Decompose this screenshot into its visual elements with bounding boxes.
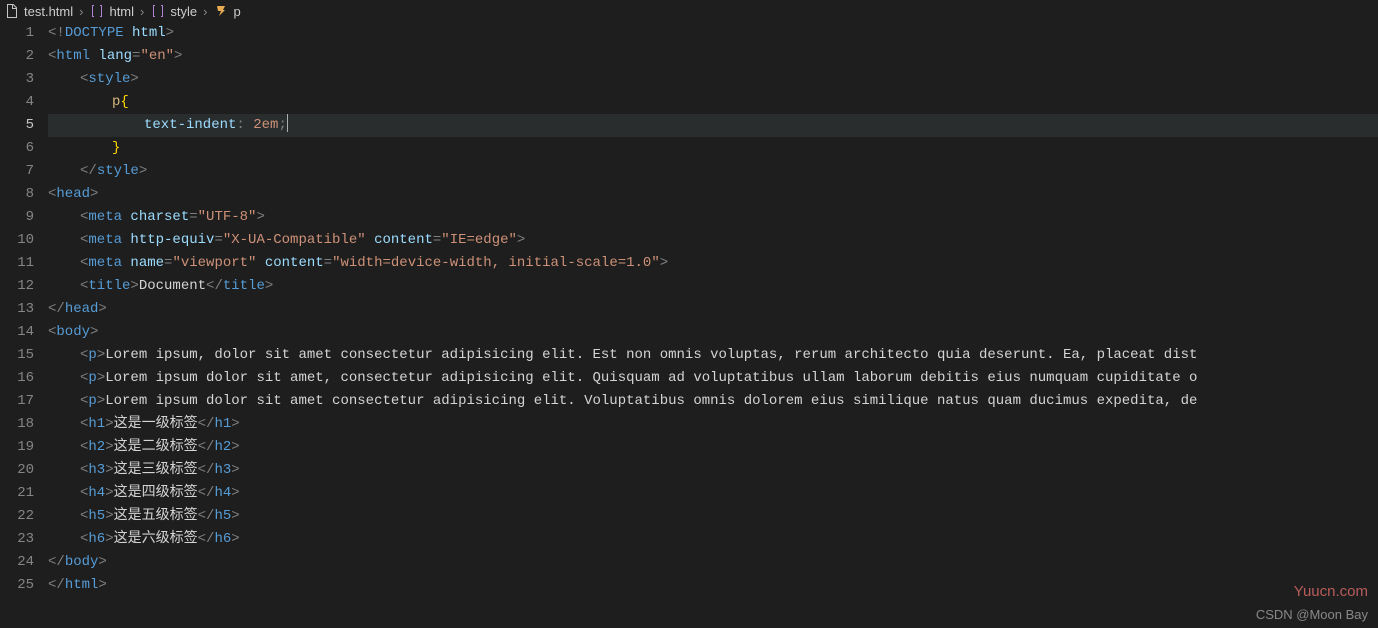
line-number: 2 — [0, 45, 34, 68]
code-line[interactable]: </body> — [48, 551, 1378, 574]
code-line[interactable]: <style> — [48, 68, 1378, 91]
line-number: 22 — [0, 505, 34, 528]
line-number: 21 — [0, 482, 34, 505]
code-line[interactable]: <p>Lorem ipsum dolor sit amet consectetu… — [48, 390, 1378, 413]
code-line[interactable]: <p>Lorem ipsum, dolor sit amet consectet… — [48, 344, 1378, 367]
symbol-icon — [213, 3, 229, 19]
code-line[interactable]: <!DOCTYPE html> — [48, 22, 1378, 45]
line-number: 8 — [0, 183, 34, 206]
chevron-right-icon: › — [79, 4, 83, 19]
line-number: 13 — [0, 298, 34, 321]
code-line[interactable]: <h5>这是五级标签</h5> — [48, 505, 1378, 528]
code-line[interactable]: <meta http-equiv="X-UA-Compatible" conte… — [48, 229, 1378, 252]
code-line[interactable]: p{ — [48, 91, 1378, 114]
breadcrumb-item[interactable]: test.html — [4, 3, 73, 19]
code-line[interactable]: <meta name="viewport" content="width=dev… — [48, 252, 1378, 275]
breadcrumb[interactable]: test.html › html › style › p — [0, 0, 1378, 22]
code-line[interactable]: </html> — [48, 574, 1378, 597]
code-area[interactable]: <!DOCTYPE html><html lang="en"><style>p{… — [48, 22, 1378, 628]
code-editor[interactable]: 1234567891011121314151617181920212223242… — [0, 22, 1378, 628]
line-number: 3 — [0, 68, 34, 91]
brackets-icon — [89, 3, 105, 19]
code-line[interactable]: <h1>这是一级标签</h1> — [48, 413, 1378, 436]
file-icon — [4, 3, 20, 19]
code-line[interactable]: </style> — [48, 160, 1378, 183]
breadcrumb-label: p — [233, 4, 240, 19]
code-line[interactable]: <body> — [48, 321, 1378, 344]
line-number: 14 — [0, 321, 34, 344]
chevron-right-icon: › — [140, 4, 144, 19]
code-line[interactable]: </head> — [48, 298, 1378, 321]
code-line[interactable]: <meta charset="UTF-8"> — [48, 206, 1378, 229]
line-number: 9 — [0, 206, 34, 229]
code-line[interactable]: <html lang="en"> — [48, 45, 1378, 68]
line-number: 6 — [0, 137, 34, 160]
line-number: 17 — [0, 390, 34, 413]
watermark-text: CSDN @Moon Bay — [1256, 607, 1368, 622]
line-number: 18 — [0, 413, 34, 436]
line-number: 11 — [0, 252, 34, 275]
line-number: 16 — [0, 367, 34, 390]
line-number: 25 — [0, 574, 34, 597]
code-line[interactable]: text-indent: 2em; — [48, 114, 1378, 137]
line-number: 10 — [0, 229, 34, 252]
brackets-icon — [150, 3, 166, 19]
line-number: 24 — [0, 551, 34, 574]
breadcrumb-label: style — [170, 4, 197, 19]
code-line[interactable]: <h4>这是四级标签</h4> — [48, 482, 1378, 505]
code-line[interactable]: } — [48, 137, 1378, 160]
code-line[interactable]: <p>Lorem ipsum dolor sit amet, consectet… — [48, 367, 1378, 390]
breadcrumb-item[interactable]: html — [89, 3, 134, 19]
code-line[interactable]: <h3>这是三级标签</h3> — [48, 459, 1378, 482]
line-number: 20 — [0, 459, 34, 482]
breadcrumb-item[interactable]: style — [150, 3, 197, 19]
code-line[interactable]: <h2>这是二级标签</h2> — [48, 436, 1378, 459]
code-line[interactable]: <h6>这是六级标签</h6> — [48, 528, 1378, 551]
line-number: 7 — [0, 160, 34, 183]
line-number: 1 — [0, 22, 34, 45]
breadcrumb-label: test.html — [24, 4, 73, 19]
line-number-gutter: 1234567891011121314151617181920212223242… — [0, 22, 48, 628]
chevron-right-icon: › — [203, 4, 207, 19]
code-line[interactable]: <head> — [48, 183, 1378, 206]
code-line[interactable]: <title>Document</title> — [48, 275, 1378, 298]
text-cursor — [287, 114, 288, 132]
line-number: 5 — [0, 114, 34, 137]
breadcrumb-item[interactable]: p — [213, 3, 240, 19]
line-number: 19 — [0, 436, 34, 459]
line-number: 12 — [0, 275, 34, 298]
line-number: 23 — [0, 528, 34, 551]
line-number: 4 — [0, 91, 34, 114]
watermark-text: Yuucn.com — [1294, 583, 1368, 600]
line-number: 15 — [0, 344, 34, 367]
breadcrumb-label: html — [109, 4, 134, 19]
